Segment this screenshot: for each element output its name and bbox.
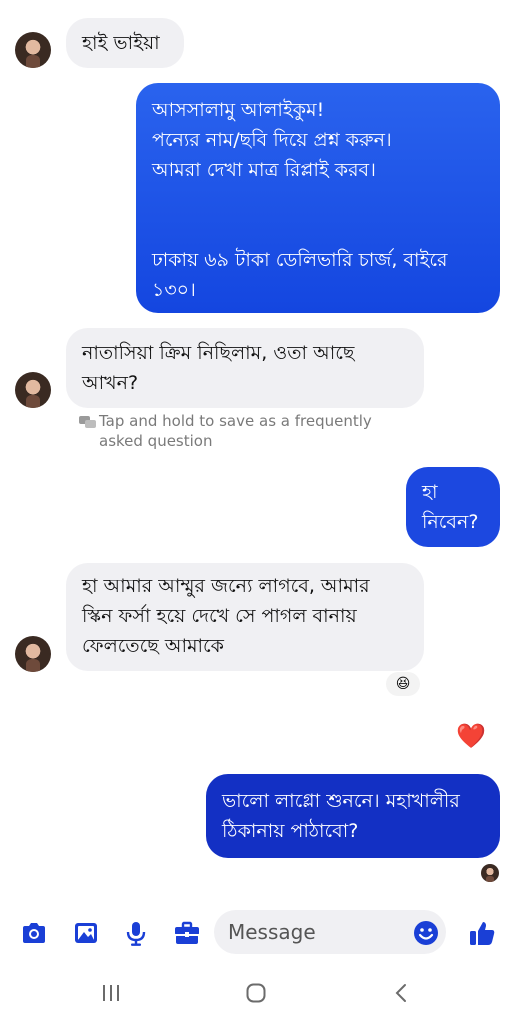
sender-avatar[interactable] (15, 372, 51, 408)
thumbs-up-icon[interactable] (468, 919, 496, 947)
incoming-message[interactable]: হা আমার আম্মুর জন্যে লাগবে, আমার স্কিন ফ… (66, 563, 424, 671)
seen-avatar (481, 864, 499, 882)
laugh-emoji-icon: 😆 (395, 676, 411, 692)
message-placeholder: Message (228, 920, 316, 944)
sender-avatar[interactable] (15, 636, 51, 672)
recent-apps-icon[interactable] (100, 982, 122, 1004)
image-icon[interactable] (72, 919, 100, 947)
outgoing-message[interactable]: আসসালামু আলাইকুম! পন্যের নাম/ছবি দিয়ে প… (136, 83, 500, 313)
briefcase-icon[interactable] (173, 919, 201, 947)
faq-hint[interactable]: Tap and hold to save as a frequently ask… (99, 411, 399, 451)
incoming-message[interactable]: নাতাসিয়া ক্রিম নিছিলাম, ওতা আছে আখন? (66, 328, 424, 408)
sender-avatar[interactable] (15, 32, 51, 68)
emoji-icon[interactable] (412, 919, 440, 947)
heart-icon[interactable]: ❤️ (456, 722, 486, 750)
home-icon[interactable] (245, 982, 267, 1004)
mic-icon[interactable] (122, 919, 150, 947)
reaction-badge[interactable]: 😆 (386, 672, 420, 696)
outgoing-message[interactable]: হা নিবেন? (406, 467, 500, 547)
camera-icon[interactable] (20, 919, 48, 947)
faq-icon (79, 416, 96, 428)
outgoing-message[interactable]: ভালো লাগ্লো শুননে। মহাখালীর ঠিকানায় পাঠ… (206, 774, 500, 858)
back-icon[interactable] (390, 982, 412, 1004)
incoming-message[interactable]: হাই ভাইয়া (66, 18, 184, 68)
